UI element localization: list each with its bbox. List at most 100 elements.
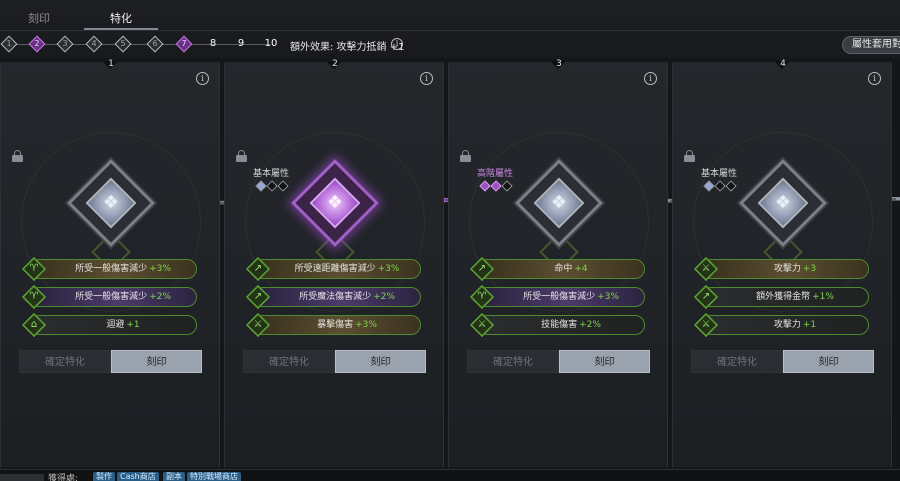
ram-icon: ♈ [477,291,487,302]
attribute-grade: 基本屬性 [701,166,738,192]
knot-icon: ❖ [326,192,344,213]
knot-icon: ❖ [774,192,792,213]
step-8[interactable]: 8 [206,37,220,51]
slot-number: 1 [108,59,114,69]
source-chip[interactable]: 製作 [93,472,115,481]
info-icon[interactable]: i [868,72,881,85]
tab-specialize[interactable]: 特化 [110,10,132,26]
stat-name: 命中 [554,264,573,274]
bonus-effect-text: 額外效果: 攻擊力抵銷 +1 [290,42,405,53]
info-icon[interactable]: i [391,38,403,50]
attribute-label: 基本屬性 [701,169,738,179]
attribute-label: 高階屬性 [477,169,514,179]
source-chip[interactable]: 特別戰場商店 [187,472,241,481]
stat-row[interactable]: ↗ 命中 +4 [469,256,649,282]
stat-row[interactable]: ♈ 所受一般傷害減少 +3% [21,256,201,282]
step-9[interactable]: 9 [234,37,248,51]
info-icon[interactable]: i [644,72,657,85]
stat-name: 額外獲得金幣 [756,292,811,302]
arrow-icon: ↗ [253,263,263,274]
info-icon[interactable]: i [420,72,433,85]
stat-row[interactable]: ♈ 所受一般傷害減少 +3% [469,284,649,310]
sword-icon: ⚔ [701,263,711,274]
acquisition-label: 獲得處: [48,474,79,481]
stat-name: 暴擊傷害 [317,320,354,330]
stat-name: 所受遠距離傷害減少 [294,264,376,274]
confirm-specialize-button[interactable]: 確定特化 [243,350,335,373]
lock-icon[interactable] [460,150,471,162]
step-3[interactable]: 3 [56,35,74,53]
step-2[interactable]: 2 [28,35,46,53]
stat-row[interactable]: ⚔ 攻擊力 +1 [693,312,873,338]
attribute-pips [253,180,289,192]
shrine-icon: ⌂ [30,319,38,330]
stat-value: +3% [597,292,619,302]
arrow-icon: ↗ [701,291,711,302]
stat-row[interactable]: ⚔ 技能傷害 +2% [469,312,649,338]
stat-value: +1 [802,320,817,330]
slot-panel-2: 2 i 基本屬性 ❖ ↗ 所受遠距離傷害減少 +3% ↗ 所受魔法傷害減少 +2% … [224,59,444,467]
slot-number: 3 [556,59,562,69]
stat-value: +1% [812,292,834,302]
step-4[interactable]: 4 [85,35,103,53]
attribute-grade: 基本屬性 [253,166,290,192]
lock-icon[interactable] [684,150,695,162]
scroll-thumb[interactable] [0,474,44,481]
lock-icon[interactable] [236,150,247,162]
engrave-button[interactable]: 刻印 [335,350,426,373]
engraving-emblem[interactable]: ❖ [290,158,380,272]
top-bar: 刻印 特化 1 2 3 4 5 6 7 8 9 10 額外效果: 攻擊力抵銷 +… [0,0,900,58]
knot-icon: ❖ [102,192,120,213]
slot-panel-3: 3 i 高階屬性 ❖ ↗ 命中 +4 ♈ 所受一般傷害減少 +3% ⚔ 技能傷害 +2… [448,59,668,467]
confirm-specialize-button[interactable]: 確定特化 [691,350,783,373]
attribute-pips [701,180,737,192]
slot-panel-1: 1 i ❖ ♈ 所受一般傷害減少 +3% ♈ 所受一般傷害減少 +2% ⌂ 迴避 +1… [0,59,220,467]
stat-row[interactable]: ↗ 額外獲得金幣 +1% [693,284,873,310]
stat-row[interactable]: ↗ 所受遠距離傷害減少 +3% [245,256,425,282]
step-5[interactable]: 5 [114,35,132,53]
stat-row[interactable]: ♈ 所受一般傷害減少 +2% [21,284,201,310]
confirm-specialize-button[interactable]: 確定特化 [19,350,111,373]
stat-row[interactable]: ↗ 所受魔法傷害減少 +2% [245,284,425,310]
step-10[interactable]: 10 [264,37,278,51]
source-chip[interactable]: Cash商店 [117,472,159,481]
stat-name: 攻擊力 [773,320,801,330]
engrave-button[interactable]: 刻印 [111,350,202,373]
attribute-label: 基本屬性 [253,169,290,179]
ram-icon: ♈ [29,291,39,302]
engrave-button[interactable]: 刻印 [559,350,650,373]
stat-row[interactable]: ⌂ 迴避 +1 [21,312,201,338]
stat-value: +2% [373,292,395,302]
sword-icon: ⚔ [701,319,711,330]
sword-icon: ⚔ [253,319,263,330]
step-1[interactable]: 1 [0,35,18,53]
step-6[interactable]: 6 [146,35,164,53]
confirm-specialize-button[interactable]: 確定特化 [467,350,559,373]
engrave-button[interactable]: 刻印 [783,350,874,373]
stat-row[interactable]: ⚔ 暴擊傷害 +3% [245,312,425,338]
stat-row[interactable]: ⚔ 攻擊力 +3 [693,256,873,282]
engraving-emblem[interactable]: ❖ [66,158,156,272]
knot-icon: ❖ [550,192,568,213]
tab-divider [0,30,900,31]
stat-value: +3 [802,264,817,274]
stat-value: +3% [377,264,400,274]
step-7[interactable]: 7 [175,35,193,53]
stat-value: +3% [149,264,171,274]
engraving-emblem[interactable]: ❖ [514,158,604,272]
stat-value: +2% [579,320,601,330]
info-icon[interactable]: i [196,72,209,85]
tab-engrave[interactable]: 刻印 [28,10,50,26]
engraving-emblem[interactable]: ❖ [738,158,828,272]
attribute-grade: 高階屬性 [477,166,514,192]
source-chip[interactable]: 副本 [163,472,185,481]
stat-name: 迴避 [106,320,125,330]
lock-icon[interactable] [12,150,23,162]
stat-value: +3% [355,320,377,330]
arrow-icon: ↗ [253,291,263,302]
acquisition-bar: 獲得處: 製作 Cash商店 副本 特別戰場商店 [0,469,900,481]
stat-name: 所受一般傷害減少 [75,264,148,274]
stat-name: 所受一般傷害減少 [523,292,596,302]
step-connector [9,44,271,45]
apply-attribute-button[interactable]: 屬性套用對象 [842,36,900,54]
